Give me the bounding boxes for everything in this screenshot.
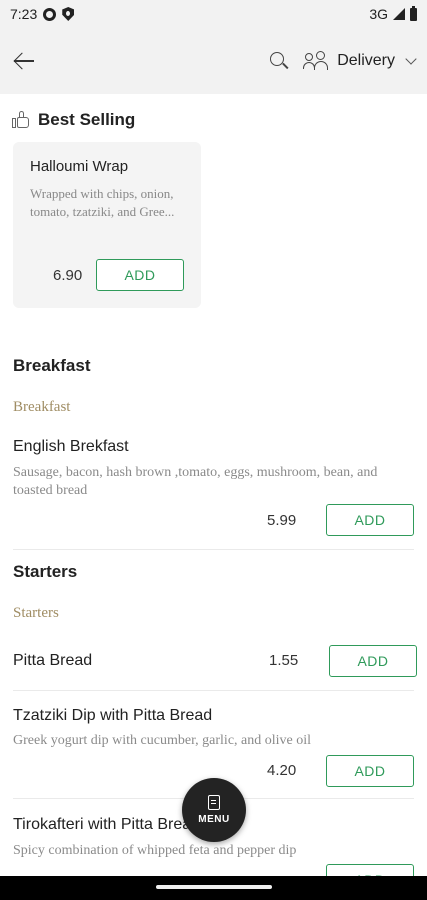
item-name[interactable]: Pitta Bread: [13, 652, 92, 670]
add-button[interactable]: ADD: [326, 864, 414, 876]
divider: [13, 690, 414, 691]
home-gesture-handle[interactable]: [156, 885, 272, 889]
gear-icon: [43, 7, 57, 21]
status-time: 7:23: [10, 6, 38, 22]
section-title-breakfast: Breakfast: [13, 356, 91, 375]
back-arrow-icon[interactable]: [12, 49, 36, 73]
delivery-selector[interactable]: Delivery: [303, 51, 417, 71]
header-actions: Delivery: [269, 51, 417, 71]
item-description: Greek yogurt dip with cucumber, garlic, …: [13, 733, 312, 748]
subsection-starters: Starters: [13, 605, 59, 621]
shield-icon: [62, 7, 75, 21]
menu-label: MENU: [198, 814, 230, 825]
delivery-label: Delivery: [337, 52, 395, 69]
menu-button[interactable]: MENU: [182, 778, 246, 842]
add-button[interactable]: ADD: [326, 504, 414, 536]
battery-icon: [410, 5, 417, 21]
add-button[interactable]: ADD: [96, 259, 184, 291]
add-button[interactable]: ADD: [326, 755, 414, 787]
thumbs-up-icon: [12, 111, 30, 129]
item-name[interactable]: Tirokafteri with Pitta Bread: [13, 816, 200, 834]
item-name[interactable]: Tzatziki Dip with Pitta Bread: [13, 707, 212, 725]
document-icon: [208, 795, 220, 810]
chevron-down-icon: [405, 53, 417, 65]
status-right: 3G: [369, 5, 417, 22]
section-title-starters: Starters: [13, 562, 78, 581]
item-description: Sausage, bacon, hash brown ,tomato, eggs…: [13, 465, 378, 498]
item-description: Spicy combination of whipped feta and pe…: [13, 843, 297, 858]
status-left: 7:23: [10, 6, 75, 22]
network-type: 3G: [369, 6, 388, 22]
item-description: Wrapped with chips, onion, tomato, tzatz…: [30, 186, 175, 219]
item-price: 4.20: [267, 762, 297, 779]
signal-icon: [393, 8, 405, 20]
divider: [13, 549, 414, 550]
add-button[interactable]: ADD: [329, 645, 417, 677]
item-price: 1.55: [269, 652, 299, 669]
people-icon: [303, 51, 329, 71]
search-icon[interactable]: [269, 51, 289, 71]
status-bar: 7:23 3G: [0, 0, 427, 28]
item-price: 6.90: [53, 267, 83, 284]
menu-content[interactable]: Best Selling Halloumi Wrap Wrapped with …: [0, 94, 427, 876]
subsection-breakfast: Breakfast: [13, 399, 71, 415]
best-selling-heading: Best Selling: [12, 110, 135, 130]
system-nav-bar: [0, 876, 427, 900]
item-price: 5.99: [267, 512, 297, 529]
item-name[interactable]: English Brekfast: [13, 438, 129, 456]
best-selling-title: Best Selling: [38, 110, 136, 129]
item-name: Halloumi Wrap: [30, 158, 129, 175]
app-header: Delivery: [0, 28, 427, 94]
best-selling-card[interactable]: Halloumi Wrap Wrapped with chips, onion,…: [13, 142, 201, 308]
